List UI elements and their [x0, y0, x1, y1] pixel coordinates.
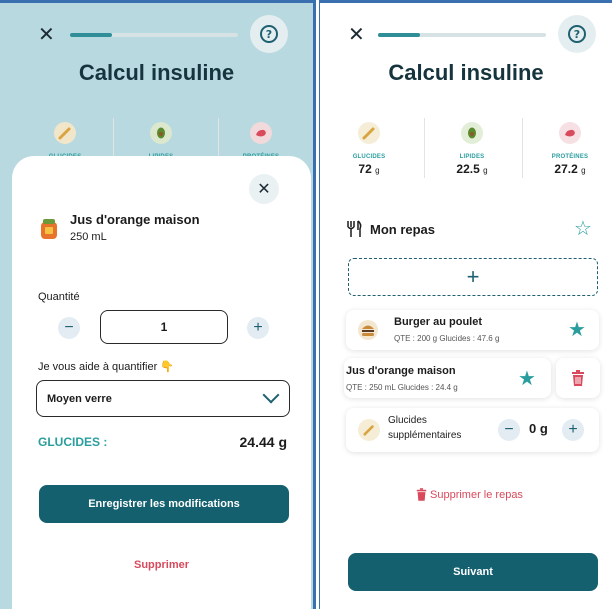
meal-item-detail: QTE : 250 mL Glucides : 24.4 g: [346, 383, 458, 392]
close-sheet-button[interactable]: ✕: [249, 174, 279, 204]
page-title: Calcul insuline: [78, 60, 235, 85]
delete-meal-label: Supprimer le repas: [430, 488, 523, 501]
next-button[interactable]: Suivant: [348, 553, 598, 591]
glucides-label: GLUCIDES :: [38, 435, 108, 449]
macro-value: 22.5 g: [437, 162, 507, 176]
extra-decrement-button[interactable]: −: [498, 419, 520, 441]
help-button[interactable]: ?: [250, 15, 288, 53]
glucides-value: 24.44 g: [239, 434, 287, 450]
edit-food-sheet: ✕ Jus d'orange maison 250 mL Quantité − …: [12, 156, 311, 609]
extra-increment-button[interactable]: +: [562, 419, 584, 441]
macro-number: 22.5: [456, 162, 480, 176]
cutlery-icon: [347, 220, 362, 237]
help-icon: ?: [568, 25, 586, 43]
progress-bar: [378, 33, 546, 37]
divider: [218, 118, 219, 158]
meal-item-detail: QTE : 200 g Glucides : 47.6 g: [394, 334, 500, 343]
delete-meal-link[interactable]: Supprimer le repas: [416, 488, 523, 501]
help-button[interactable]: ?: [558, 15, 596, 53]
meat-icon: [250, 122, 272, 144]
macro-lipides: LIPIDES 22.5 g: [437, 122, 507, 176]
macro-glucides: GLUCIDES 72 g: [334, 122, 404, 176]
macro-label: PROTÉINES: [551, 154, 589, 160]
extra-carbs-row: Glucides supplémentaires − 0 g +: [346, 408, 599, 452]
favorite-star-icon[interactable]: ★: [518, 368, 536, 388]
close-icon: ✕: [257, 181, 271, 198]
macro-label: GLUCIDES: [352, 154, 386, 160]
burger-icon: [358, 320, 378, 340]
decrement-button[interactable]: −: [58, 317, 80, 339]
meal-item-name: Burger au poulet: [394, 316, 483, 328]
macro-lipides: LIPIDES: [126, 122, 196, 160]
progress-fill: [70, 33, 112, 37]
progress-fill: [378, 33, 420, 37]
macro-unit: g: [581, 166, 586, 175]
macro-proteines: PROTÉINES 27.2 g: [535, 122, 605, 176]
help-icon: ?: [260, 25, 278, 43]
macro-proteines: PROTÉINES: [226, 122, 296, 160]
avocado-icon: [150, 122, 172, 144]
portion-select-value: Moyen verre: [47, 392, 112, 405]
frame-border: [320, 0, 612, 3]
quantify-helper-text: Je vous aide à quantifier 👇: [38, 361, 174, 373]
delete-link[interactable]: Supprimer: [12, 559, 311, 571]
add-food-button[interactable]: +: [348, 258, 598, 296]
edit-food-screen: ✕ ? Calcul insuline GLUCIDES LIPIDES PRO…: [0, 0, 316, 609]
meat-icon: [559, 122, 581, 144]
orange-juice-icon: [41, 219, 57, 239]
meal-item-name: Jus d'orange maison: [346, 365, 456, 377]
macro-unit: g: [375, 166, 380, 175]
divider: [424, 118, 425, 178]
carrot-icon: [358, 419, 380, 441]
divider: [522, 118, 523, 178]
macro-number: 72: [358, 162, 372, 176]
extra-carbs-value: 0 g: [529, 421, 548, 436]
favorite-star-icon[interactable]: ★: [568, 319, 586, 339]
portion-select[interactable]: Moyen verre: [36, 380, 290, 417]
frame-border: [0, 0, 313, 3]
macro-glucides: GLUCIDES: [30, 122, 100, 160]
extra-carbs-label-2: supplémentaires: [388, 430, 462, 441]
progress-bar: [70, 33, 238, 37]
meal-screen: ✕ ? Calcul insuline GLUCIDES 72 g LIPIDE…: [319, 0, 612, 609]
divider: [113, 118, 114, 158]
save-changes-button[interactable]: Enregistrer les modifications: [39, 485, 289, 523]
avocado-icon: [461, 122, 483, 144]
macro-value: 27.2 g: [535, 162, 605, 176]
macro-value: 72 g: [334, 162, 404, 176]
meal-item[interactable]: Jus d'orange maison QTE : 250 mL Glucide…: [344, 358, 551, 398]
quantity-input[interactable]: 1: [100, 310, 228, 344]
macro-number: 27.2: [554, 162, 578, 176]
favorite-meal-star-icon[interactable]: ☆: [574, 218, 592, 238]
close-icon[interactable]: ✕: [348, 24, 365, 44]
chevron-down-icon: [262, 386, 280, 404]
carrot-icon: [358, 122, 380, 144]
delete-item-button[interactable]: [556, 358, 600, 398]
macro-unit: g: [483, 166, 488, 175]
increment-button[interactable]: +: [247, 317, 269, 339]
close-icon[interactable]: ✕: [38, 24, 55, 44]
quantity-label: Quantité: [38, 291, 80, 303]
trash-icon: [416, 488, 427, 501]
macro-label: LIPIDES: [459, 154, 485, 160]
meal-item[interactable]: Burger au poulet QTE : 200 g Glucides : …: [346, 310, 599, 350]
food-quantity: 250 mL: [70, 231, 107, 243]
meal-title: Mon repas: [370, 222, 436, 237]
page-title: Calcul insuline: [388, 60, 544, 85]
food-name: Jus d'orange maison: [70, 212, 200, 227]
trash-icon: [572, 370, 584, 386]
extra-carbs-label-1: Glucides: [388, 415, 427, 426]
carrot-icon: [54, 122, 76, 144]
